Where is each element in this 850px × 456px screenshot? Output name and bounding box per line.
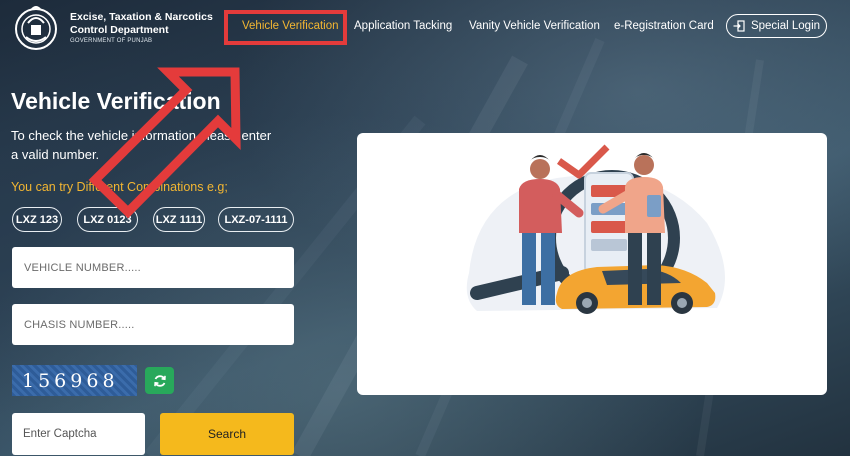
chasis-number-input[interactable]: [12, 304, 294, 345]
page-title: Vehicle Verification: [11, 88, 221, 114]
example-chip[interactable]: LXZ 1111: [153, 207, 205, 232]
example-chip[interactable]: LXZ 0123: [77, 207, 138, 232]
example-chip[interactable]: LXZ 123: [12, 207, 62, 232]
brand-government-label: GOVERNMENT OF PUNJAB: [70, 38, 153, 44]
captcha-image: 156968: [12, 365, 137, 396]
nav-vehicle-verification[interactable]: Vehicle Verification: [242, 20, 339, 32]
example-chip[interactable]: LXZ-07-1111: [218, 207, 294, 232]
captcha-input[interactable]: [12, 413, 145, 455]
brand-text[interactable]: Excise, Taxation & Narcotics Control Dep…: [70, 11, 213, 44]
illustration-card: [357, 133, 827, 395]
nav-vanity-vehicle-verification[interactable]: Vanity Vehicle Verification: [469, 20, 600, 32]
brand-name-line2: Control Department: [70, 24, 169, 36]
vehicle-number-input[interactable]: [12, 247, 294, 288]
vehicle-verification-illustration: [466, 144, 725, 314]
refresh-icon: [153, 374, 166, 387]
special-login-label: Special Login: [750, 20, 821, 32]
nav-application-tracking[interactable]: Application Tacking: [354, 20, 452, 32]
special-login-button[interactable]: Special Login: [726, 14, 827, 38]
combinations-hint: You can try Different Combinations e.g;: [11, 180, 228, 194]
punjab-government-emblem-icon[interactable]: [12, 5, 60, 51]
refresh-captcha-button[interactable]: [145, 367, 174, 394]
search-button[interactable]: Search: [160, 413, 294, 455]
brand-name-line1: Excise, Taxation & Narcotics: [70, 11, 213, 23]
nav-e-registration-card[interactable]: e-Registration Card: [614, 20, 714, 32]
site-header: Excise, Taxation & Narcotics Control Dep…: [0, 0, 850, 56]
intro-text: To check the vehicle information please …: [11, 128, 272, 162]
sign-in-icon: [733, 20, 745, 32]
